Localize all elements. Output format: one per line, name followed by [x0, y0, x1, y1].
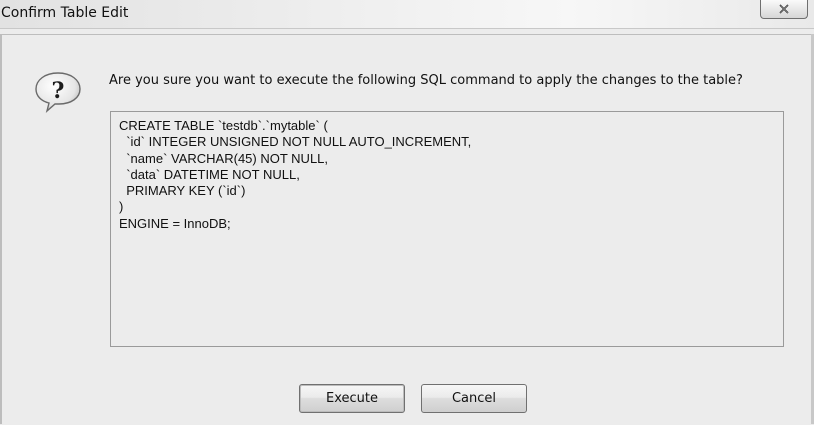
confirm-prompt-text: Are you sure you want to execute the fol…	[109, 73, 743, 88]
window-border-left	[0, 34, 2, 424]
close-icon	[779, 4, 789, 14]
question-icon: ?	[35, 72, 81, 113]
cancel-button[interactable]: Cancel	[421, 384, 527, 413]
window-title: Confirm Table Edit	[1, 5, 129, 21]
title-bar: Confirm Table Edit	[0, 0, 814, 29]
close-button[interactable]	[760, 0, 808, 19]
confirm-dialog-window: Confirm Table Edit ? Are you sure you wa…	[0, 0, 814, 425]
sql-command-text[interactable]: CREATE TABLE `testdb`.`mytable` ( `id` I…	[110, 111, 784, 347]
execute-button[interactable]: Execute	[299, 384, 405, 413]
svg-text:?: ?	[52, 78, 65, 104]
